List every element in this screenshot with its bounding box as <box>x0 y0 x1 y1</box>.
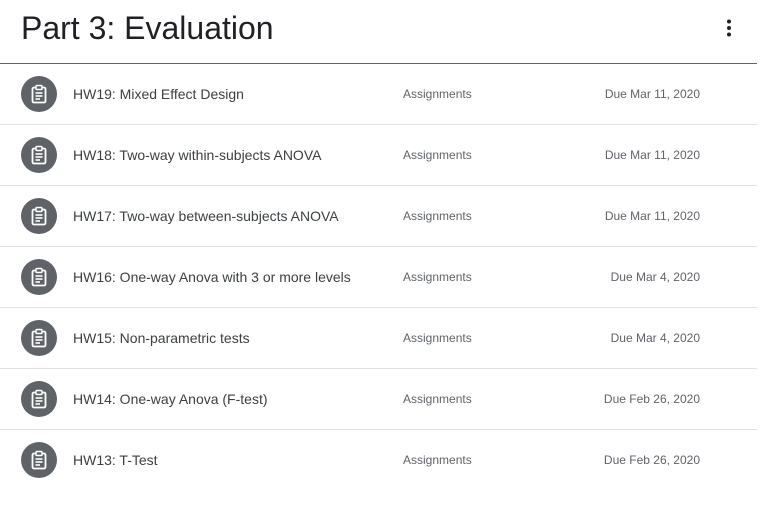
assignment-icon <box>21 198 57 234</box>
assignment-title: HW19: Mixed Effect Design <box>73 86 244 102</box>
assignment-icon <box>21 320 57 356</box>
assignment-row[interactable]: HW19: Mixed Effect Design Assignments Du… <box>0 64 757 125</box>
assignment-list: HW19: Mixed Effect Design Assignments Du… <box>0 64 757 490</box>
assignment-due-date: Due Mar 11, 2020 <box>604 87 700 101</box>
assignment-due-date: Due Feb 26, 2020 <box>603 392 700 406</box>
assignment-title: HW18: Two-way within-subjects ANOVA <box>73 147 322 163</box>
assignment-icon <box>21 442 57 478</box>
assignment-due-date: Due Mar 11, 2020 <box>604 209 700 223</box>
assignment-row[interactable]: HW18: Two-way within-subjects ANOVA Assi… <box>0 125 757 186</box>
assignment-title: HW17: Two-way between-subjects ANOVA <box>73 208 339 224</box>
assignment-due-date: Due Mar 4, 2020 <box>610 270 700 284</box>
assignment-due-date: Due Feb 26, 2020 <box>603 453 700 467</box>
assignment-icon <box>21 137 57 173</box>
assignment-type: Assignments <box>403 392 472 406</box>
assignment-row[interactable]: HW16: One-way Anova with 3 or more level… <box>0 247 757 308</box>
assignment-type: Assignments <box>403 331 472 345</box>
assignment-row[interactable]: HW15: Non-parametric tests Assignments D… <box>0 308 757 369</box>
topic-section: Part 3: Evaluation HW19: Mixed Effect De… <box>0 0 757 505</box>
more-vert-icon <box>726 19 732 37</box>
assignment-type: Assignments <box>403 87 472 101</box>
assignment-type: Assignments <box>403 209 472 223</box>
assignment-due-date: Due Mar 4, 2020 <box>610 331 700 345</box>
topic-title: Part 3: Evaluation <box>21 10 274 46</box>
assignment-icon <box>21 259 57 295</box>
assignment-title: HW13: T-Test <box>73 452 158 468</box>
assignment-type: Assignments <box>403 453 472 467</box>
more-options-button[interactable] <box>715 14 743 42</box>
assignment-title: HW15: Non-parametric tests <box>73 330 250 346</box>
assignment-due-date: Due Mar 11, 2020 <box>604 148 700 162</box>
topic-header: Part 3: Evaluation <box>0 0 757 64</box>
assignment-row[interactable]: HW13: T-Test Assignments Due Feb 26, 202… <box>0 430 757 490</box>
assignment-icon <box>21 76 57 112</box>
assignment-row[interactable]: HW17: Two-way between-subjects ANOVA Ass… <box>0 186 757 247</box>
assignment-row[interactable]: HW14: One-way Anova (F-test) Assignments… <box>0 369 757 430</box>
assignment-type: Assignments <box>403 148 472 162</box>
assignment-title: HW16: One-way Anova with 3 or more level… <box>73 269 351 285</box>
assignment-title: HW14: One-way Anova (F-test) <box>73 391 268 407</box>
assignment-icon <box>21 381 57 417</box>
assignment-type: Assignments <box>403 270 472 284</box>
